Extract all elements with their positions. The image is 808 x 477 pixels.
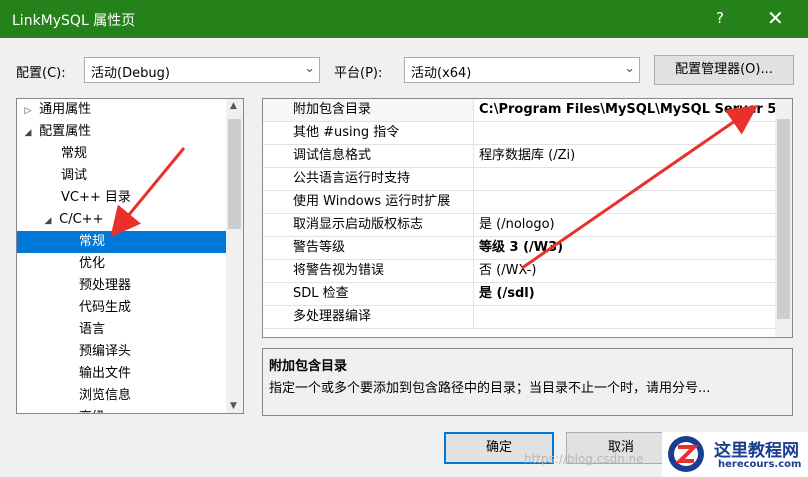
property-name: 调试信息格式 <box>263 145 474 167</box>
tree-item-common-props[interactable]: ▷ 通用属性 <box>17 99 231 121</box>
description-text: 指定一个或多个要添加到包含路径中的目录；当目录不止一个时，请用分号... <box>269 381 711 396</box>
close-icon[interactable]: ✕ <box>767 6 784 30</box>
property-name: 公共语言运行时支持 <box>263 168 474 190</box>
scrollbar-thumb[interactable] <box>777 119 790 319</box>
property-value[interactable]: 是 (/nologo) <box>475 214 555 236</box>
property-name: 使用 Windows 运行时扩展 <box>263 191 474 213</box>
property-tree: ▷ 通用属性 ◢ 配置属性 常规 调试 VC++ 目录 ◢ C/C++ 常规 优… <box>16 98 244 414</box>
property-row[interactable]: 多处理器编译 <box>263 306 792 329</box>
platform-label: 平台(P): <box>334 66 383 81</box>
property-value[interactable] <box>475 122 479 144</box>
property-row[interactable]: 取消显示启动版权标志是 (/nologo) <box>263 214 792 237</box>
tree-item-output-files[interactable]: 输出文件 <box>17 363 243 385</box>
tree-item-debugging[interactable]: 调试 <box>17 165 243 187</box>
config-manager-button[interactable]: 配置管理器(O)... <box>654 55 794 85</box>
property-value[interactable]: 是 (/sdl) <box>475 283 535 305</box>
property-value[interactable] <box>475 191 479 213</box>
config-label: 配置(C): <box>16 66 66 81</box>
property-value[interactable]: 程序数据库 (/Zi) <box>475 145 575 167</box>
property-value[interactable] <box>475 306 479 328</box>
tree-item-label: 通用属性 <box>39 102 92 117</box>
config-value: 活动(Debug) <box>91 66 170 81</box>
property-value[interactable] <box>475 168 479 190</box>
logo-url: herecours.com <box>718 459 802 470</box>
property-row[interactable]: 其他 #using 指令 <box>263 122 792 145</box>
window-title: LinkMySQL 属性页 <box>12 13 136 29</box>
tree-item-general[interactable]: 常规 <box>17 143 243 165</box>
watermark-text: https://blog.csdn.ne <box>524 452 644 466</box>
platform-value: 活动(x64) <box>411 66 472 81</box>
property-row[interactable]: 调试信息格式 程序数据库 (/Zi) <box>263 145 792 168</box>
description-title: 附加包含目录 <box>269 359 348 374</box>
property-row[interactable]: 使用 Windows 运行时扩展 <box>263 191 792 214</box>
scrollbar-thumb[interactable] <box>228 119 241 229</box>
title-bar: LinkMySQL 属性页 ? ✕ <box>0 0 808 38</box>
tree-item-label: 配置属性 <box>39 124 92 139</box>
property-value[interactable]: 否 (/WX-) <box>475 260 536 282</box>
scroll-up-icon[interactable]: ▲ <box>230 101 237 111</box>
property-name: 附加包含目录 <box>263 99 474 121</box>
property-row[interactable]: 附加包含目录 C:\Program Files\MySQL\MySQL Serve… <box>263 99 792 122</box>
property-row[interactable]: 将警告视为错误否 (/WX-) <box>263 260 792 283</box>
chevron-down-icon: ⌄ <box>304 61 315 76</box>
property-name: 其他 #using 指令 <box>263 122 474 144</box>
property-name: SDL 检查 <box>263 283 474 305</box>
tree-item-language[interactable]: 语言 <box>17 319 243 341</box>
property-row[interactable]: SDL 检查是 (/sdl) <box>263 283 792 306</box>
logo-text: 这里教程网 <box>714 441 799 461</box>
scroll-down-icon[interactable]: ▼ <box>230 401 237 411</box>
property-name: 将警告视为错误 <box>263 260 474 282</box>
help-icon[interactable]: ? <box>716 9 724 27</box>
property-name: 警告等级 <box>263 237 474 259</box>
property-name: 取消显示启动版权标志 <box>263 214 474 236</box>
tree-item-cpp[interactable]: ◢ C/C++ <box>17 209 243 232</box>
tree-item-advanced[interactable]: 高级 <box>17 407 243 413</box>
grid-scrollbar[interactable] <box>775 99 792 337</box>
expand-icon[interactable]: ▷ <box>21 100 35 122</box>
collapse-icon[interactable]: ◢ <box>41 210 55 232</box>
tree-item-code-generation[interactable]: 代码生成 <box>17 297 243 319</box>
platform-select[interactable]: 活动(x64) ⌄ <box>404 57 640 83</box>
tree-scrollbar[interactable]: ▲ ▼ <box>226 99 243 413</box>
config-select[interactable]: 活动(Debug) ⌄ <box>84 57 320 83</box>
property-grid: 附加包含目录 C:\Program Files\MySQL\MySQL Serve… <box>262 98 793 338</box>
property-row[interactable]: 警告等级 等级 3 (/W3) <box>263 237 792 260</box>
tree-item-preprocessor[interactable]: 预处理器 <box>17 275 243 297</box>
tree-item-optimization[interactable]: 优化 <box>17 253 243 275</box>
property-name: 多处理器编译 <box>263 306 474 328</box>
chevron-down-icon: ⌄ <box>624 61 635 76</box>
site-logo: 这里教程网 herecours.com <box>662 432 808 477</box>
tree-item-config-props[interactable]: ◢ 配置属性 <box>17 121 231 143</box>
tree-item-precompiled-headers[interactable]: 预编译头 <box>17 341 243 363</box>
property-row[interactable]: 公共语言运行时支持 <box>263 168 792 191</box>
property-value[interactable]: 等级 3 (/W3) <box>475 237 563 259</box>
collapse-icon[interactable]: ◢ <box>21 122 35 144</box>
tree-item-cpp-general[interactable]: 常规 <box>17 231 243 253</box>
tree-item-label: C/C++ <box>59 212 104 227</box>
tree-item-browse-info[interactable]: 浏览信息 <box>17 385 243 407</box>
logo-mark-icon <box>668 436 704 472</box>
property-value[interactable]: C:\Program Files\MySQL\MySQL Server 5.5 <box>475 99 790 121</box>
description-panel: 附加包含目录 指定一个或多个要添加到包含路径中的目录；当目录不止一个时，请用分号… <box>262 348 793 416</box>
tree-item-vc-directories[interactable]: VC++ 目录 <box>17 187 243 209</box>
